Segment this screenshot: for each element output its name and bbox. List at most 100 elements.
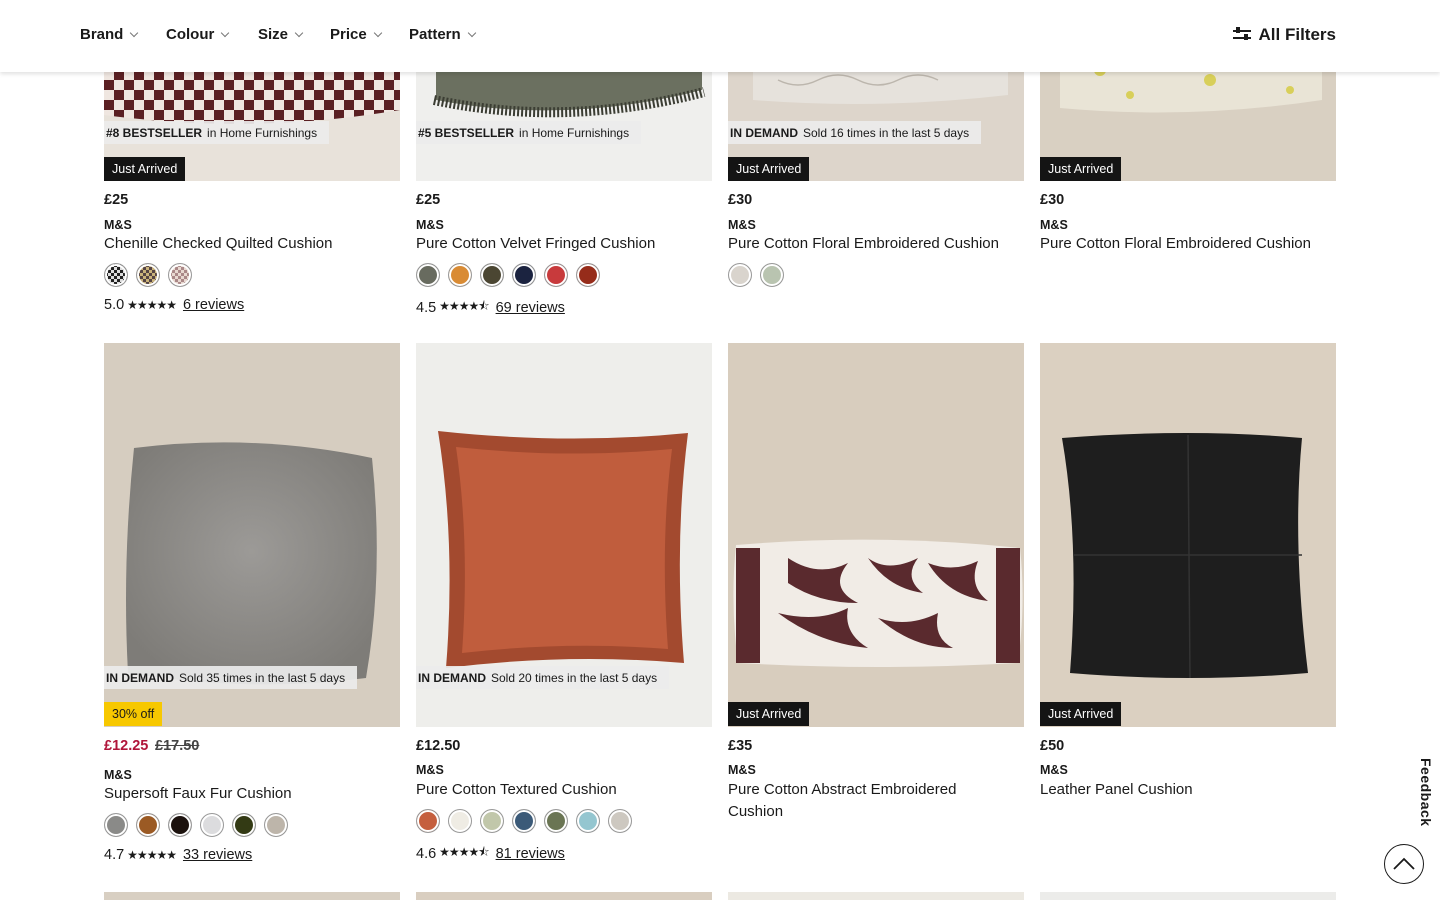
product-brand: M&S [1040, 218, 1068, 232]
product-price: £30 [1040, 192, 1065, 208]
swatch[interactable] [760, 263, 784, 287]
discount-badge: 30% off [104, 702, 163, 726]
badge-label: #8 BESTSELLER [106, 125, 203, 140]
swatch[interactable] [416, 809, 440, 833]
product-rating: 5.0 ★★★★★ 6 reviews [104, 297, 244, 313]
filter-price-dropdown[interactable]: Price [330, 26, 382, 43]
product-brand: M&S [728, 218, 756, 232]
in-demand-badge: IN DEMAND Sold 16 times in the last 5 day… [728, 121, 982, 144]
product-price: £25 [416, 192, 441, 208]
product-rating: 4.7 ★★★★★ 33 reviews [104, 847, 252, 863]
filter-sliders-icon [1232, 27, 1251, 43]
swatch[interactable] [448, 263, 472, 287]
rating-value: 4.7 [104, 847, 125, 863]
filter-pattern-label: Pattern [409, 26, 461, 43]
chevron-down-icon [294, 28, 304, 37]
product-name-link[interactable]: Pure Cotton Velvet Fringed Cushion [416, 233, 696, 255]
swatch[interactable] [264, 813, 288, 837]
product-image-partial[interactable] [104, 892, 400, 900]
reviews-link[interactable]: 33 reviews [183, 847, 252, 863]
feedback-tab[interactable]: Feedback [1418, 758, 1434, 827]
product-brand: M&S [416, 218, 444, 232]
all-filters-button[interactable]: All Filters [1232, 25, 1336, 45]
reviews-link[interactable]: 6 reviews [183, 297, 244, 313]
product-image-partial[interactable] [416, 892, 712, 900]
badge-label: IN DEMAND [418, 670, 486, 685]
badge-text: Sold 35 times in the last 5 days [179, 670, 346, 685]
colour-swatches [416, 809, 632, 833]
swatch[interactable] [168, 263, 192, 287]
chevron-down-icon [221, 28, 230, 37]
product-image[interactable] [728, 343, 1024, 727]
bestseller-badge: #5 BESTSELLER in Home Furnishings [416, 121, 642, 144]
reviews-link[interactable]: 69 reviews [496, 300, 565, 316]
swatch[interactable] [416, 263, 440, 287]
star-rating-icon: ★★★★★ [127, 848, 177, 862]
filter-size-label: Size [258, 26, 289, 43]
product-name-link[interactable]: Chenille Checked Quilted Cushion [104, 233, 384, 255]
swatch[interactable] [512, 263, 536, 287]
in-demand-badge: IN DEMAND Sold 20 times in the last 5 day… [416, 666, 670, 689]
badge-text: Sold 20 times in the last 5 days [491, 670, 658, 685]
swatch[interactable] [448, 809, 472, 833]
colour-swatches [416, 263, 600, 287]
swatch[interactable] [136, 813, 160, 837]
badge-label: IN DEMAND [106, 670, 174, 685]
filter-colour-dropdown[interactable]: Colour [166, 26, 230, 43]
filter-pattern-dropdown[interactable]: Pattern [409, 26, 476, 43]
swatch[interactable] [480, 809, 504, 833]
colour-swatches [728, 263, 784, 287]
product-name-link[interactable]: Supersoft Faux Fur Cushion [104, 783, 384, 805]
swatch[interactable] [576, 809, 600, 833]
badge-label: #5 BESTSELLER [418, 125, 515, 140]
swatch[interactable] [480, 263, 504, 287]
product-brand: M&S [728, 763, 756, 777]
product-name-link[interactable]: Pure Cotton Abstract Embroidered Cushion [728, 779, 988, 823]
filter-bar: Brand Colour Size Price Pattern All Filt… [0, 0, 1440, 72]
sale-price: £12.25 [104, 738, 149, 754]
product-name-link[interactable]: Pure Cotton Floral Embroidered Cushion [1040, 233, 1320, 255]
swatch[interactable] [576, 263, 600, 287]
leather-cushion-image [1040, 343, 1336, 727]
swatch[interactable] [544, 809, 568, 833]
star-rating-icon: ★★★★★ [127, 298, 177, 312]
swatch[interactable] [544, 263, 568, 287]
just-arrived-badge: Just Arrived [728, 702, 810, 726]
product-brand: M&S [1040, 763, 1068, 777]
badge-text: in Home Furnishings [207, 125, 318, 140]
badge-text: in Home Furnishings [519, 125, 630, 140]
swatch[interactable] [200, 813, 224, 837]
product-name-link[interactable]: Pure Cotton Floral Embroidered Cushion [728, 233, 1008, 255]
product-price: £30 [728, 192, 753, 208]
swatch[interactable] [512, 809, 536, 833]
swatch[interactable] [168, 813, 192, 837]
filter-brand-dropdown[interactable]: Brand [80, 26, 139, 43]
product-image-partial[interactable] [1040, 892, 1336, 900]
product-name-link[interactable]: Leather Panel Cushion [1040, 779, 1320, 801]
just-arrived-badge: Just Arrived [1040, 157, 1122, 181]
scroll-to-top-button[interactable] [1384, 844, 1424, 884]
bestseller-badge: #8 BESTSELLER in Home Furnishings [104, 121, 330, 144]
in-demand-badge: IN DEMAND Sold 35 times in the last 5 day… [104, 666, 358, 689]
rating-value: 4.6 [416, 845, 437, 862]
abstract-embroidered-cushion-image [728, 343, 1024, 727]
swatch[interactable] [104, 813, 128, 837]
swatch[interactable] [608, 809, 632, 833]
swatch[interactable] [232, 813, 256, 837]
product-name-link[interactable]: Pure Cotton Textured Cushion [416, 779, 696, 801]
product-image[interactable] [1040, 343, 1336, 727]
star-rating-icon: ★★★★⯪ [439, 299, 489, 313]
product-brand: M&S [104, 768, 132, 782]
product-price: £25 [104, 192, 129, 208]
swatch[interactable] [104, 263, 128, 287]
product-price: £35 [728, 738, 753, 754]
product-brand: M&S [104, 218, 132, 232]
product-rating: 4.5 ★★★★⯪ 69 reviews [416, 297, 565, 318]
product-image-partial[interactable] [728, 892, 1024, 900]
badge-label: IN DEMAND [730, 125, 798, 140]
reviews-link[interactable]: 81 reviews [496, 846, 565, 862]
chevron-up-icon [1393, 857, 1415, 870]
swatch[interactable] [136, 263, 160, 287]
filter-size-dropdown[interactable]: Size [258, 26, 304, 43]
swatch[interactable] [728, 263, 752, 287]
